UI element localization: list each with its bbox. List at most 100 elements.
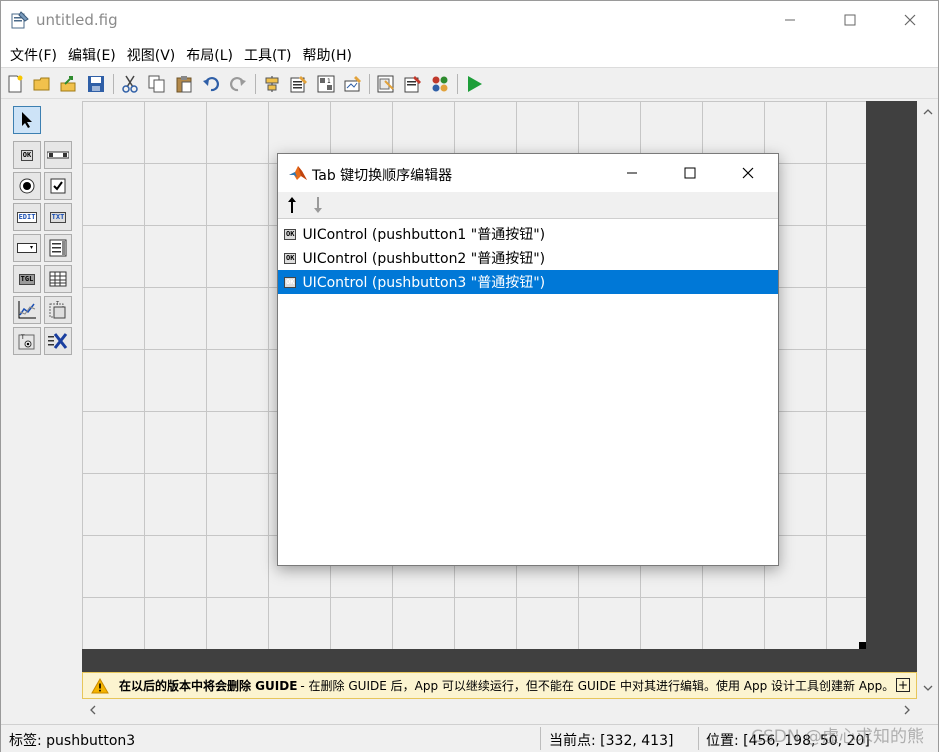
copy-icon (148, 75, 165, 93)
menu-edit[interactable]: 编辑(E) (63, 39, 122, 67)
close-icon (742, 167, 754, 179)
popup-menu-icon (17, 243, 37, 253)
svg-text:T: T (20, 334, 25, 341)
export-button[interactable] (58, 73, 80, 95)
undo-icon (203, 76, 219, 92)
paste-button[interactable] (173, 73, 195, 95)
status-current-point: 当前点: [332, 413] (549, 733, 674, 749)
menu-tools[interactable]: 工具(T) (239, 39, 297, 67)
dialog-minimize-button[interactable] (603, 154, 661, 192)
close-button[interactable] (887, 1, 933, 39)
push-button-icon: OK (284, 252, 297, 264)
copy-button[interactable] (146, 73, 168, 95)
panel-icon: T (49, 301, 66, 319)
radio-button-tool[interactable] (13, 172, 41, 200)
listbox-tool[interactable] (44, 234, 72, 262)
vertical-scrollbar[interactable] (917, 101, 938, 697)
chevron-left-icon (89, 705, 95, 715)
select-tool-button[interactable] (13, 106, 41, 134)
save-icon (88, 76, 104, 92)
tab-order-editor-button[interactable]: 1 (315, 73, 337, 95)
export-icon (60, 76, 76, 92)
static-text-tool[interactable]: TXT (44, 203, 72, 231)
dialog-close-button[interactable] (719, 154, 777, 192)
maximize-icon (844, 14, 856, 26)
menu-file[interactable]: 文件(F) (5, 39, 63, 67)
menu-view[interactable]: 视图(V) (122, 39, 182, 67)
toolbar-editor-button[interactable] (342, 73, 364, 95)
button-group-tool[interactable]: T (13, 327, 41, 355)
popup-menu-tool[interactable] (13, 234, 41, 262)
table-icon (49, 271, 67, 287)
dialog-title: Tab 键切换顺序编辑器 (312, 168, 453, 184)
axes-tool[interactable] (13, 296, 41, 324)
new-file-icon (8, 75, 23, 93)
button-group-icon: T (18, 334, 35, 350)
editor-button[interactable] (375, 73, 397, 95)
activex-control-tool[interactable] (44, 327, 72, 355)
push-button-icon: OK (284, 228, 297, 240)
menu-layout[interactable]: 布局(L) (181, 39, 239, 67)
list-item-label: UIControl (pushbutton2 "普通按钮") (302, 251, 546, 267)
maximize-button[interactable] (827, 1, 873, 39)
move-up-button[interactable] (281, 194, 303, 216)
align-icon (265, 76, 279, 92)
move-down-button[interactable] (307, 194, 329, 216)
dialog-maximize-button[interactable] (661, 154, 719, 192)
align-button[interactable] (261, 73, 283, 95)
activex-icon (48, 333, 68, 349)
arrow-down-icon (314, 197, 322, 213)
scroll-right-arrow[interactable] (896, 701, 917, 719)
fig-file-icon (11, 11, 29, 29)
menu-editor-button[interactable] (288, 73, 310, 95)
property-inspector-button[interactable] (402, 73, 424, 95)
chevron-right-icon (904, 705, 910, 715)
tab-order-editor-dialog: Tab 键切换顺序编辑器 OK UIControl (pushbutton1 "… (277, 153, 779, 566)
open-folder-icon (33, 77, 50, 91)
toolbar-separator (255, 74, 256, 94)
close-icon (904, 14, 916, 26)
matlab-logo-icon (289, 166, 307, 180)
open-button[interactable] (31, 73, 53, 95)
slider-tool[interactable] (44, 141, 72, 169)
checkbox-tool[interactable] (44, 172, 72, 200)
run-button[interactable] (463, 73, 485, 95)
tab-order-icon: 1 (317, 75, 335, 93)
list-item-label: UIControl (pushbutton3 "普通按钮") (302, 275, 546, 291)
edit-text-icon: EDIT (16, 211, 38, 223)
window-title: untitled.fig (36, 11, 118, 29)
toggle-button-tool[interactable]: TGL (13, 265, 41, 293)
panel-tool[interactable]: T (44, 296, 72, 324)
menu-editor-icon (290, 76, 307, 93)
undo-button[interactable] (200, 73, 222, 95)
horizontal-scrollbar[interactable] (82, 700, 917, 720)
chevron-up-icon (923, 109, 932, 115)
scroll-down-arrow[interactable] (917, 679, 938, 697)
toolbar-separator (369, 74, 370, 94)
banner-expand-button[interactable]: + (896, 678, 910, 692)
list-item-selected[interactable]: OK UIControl (pushbutton3 "普通按钮") (278, 270, 778, 294)
checkbox-icon (50, 178, 66, 194)
tab-order-list[interactable]: OK UIControl (pushbutton1 "普通按钮") OK UIC… (278, 220, 778, 565)
banner-message: - 在删除 GUIDE 后，App 可以继续运行，但不能在 GUIDE 中对其进… (300, 679, 895, 693)
list-item[interactable]: OK UIControl (pushbutton1 "普通按钮") (278, 222, 778, 246)
table-tool[interactable] (44, 265, 72, 293)
minimize-button[interactable] (767, 1, 813, 39)
push-button-tool[interactable]: OK (13, 141, 41, 169)
new-file-button[interactable] (4, 73, 26, 95)
list-item[interactable]: OK UIControl (pushbutton2 "普通按钮") (278, 246, 778, 270)
object-browser-button[interactable] (429, 73, 451, 95)
arrow-up-icon (288, 197, 296, 213)
menu-help[interactable]: 帮助(H) (298, 39, 358, 67)
resize-handle[interactable] (859, 642, 866, 649)
guide-window: untitled.fig 文件(F) 编辑(E) 视图(V) 布局(L) 工具(… (0, 0, 939, 752)
component-palette: OK EDIT TXT TGL T T (9, 104, 77, 356)
save-button[interactable] (85, 73, 107, 95)
edit-text-tool[interactable]: EDIT (13, 203, 41, 231)
scroll-up-arrow[interactable] (917, 103, 938, 121)
paste-icon (176, 76, 192, 93)
chevron-down-icon (923, 685, 932, 691)
scroll-left-arrow[interactable] (82, 701, 103, 719)
redo-button[interactable] (227, 73, 249, 95)
cut-button[interactable] (119, 73, 141, 95)
